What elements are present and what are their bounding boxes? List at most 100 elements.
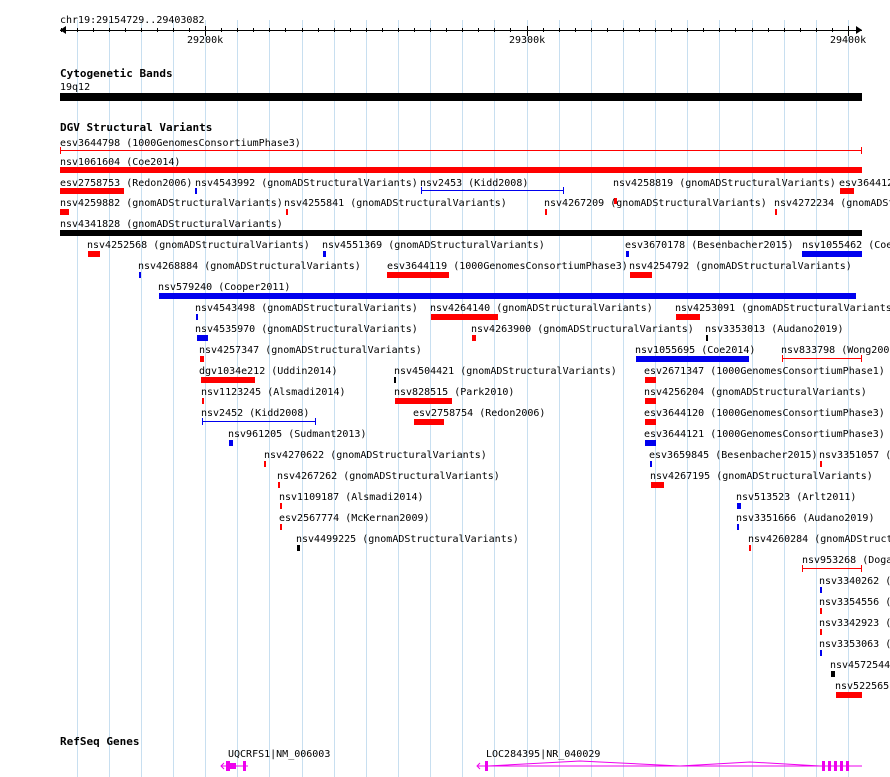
feature-bar[interactable] — [737, 503, 741, 509]
feature-label[interactable]: esv3644120 (1000GenomesConsortiumPhase3) — [644, 408, 885, 419]
feature-span-line[interactable] — [421, 190, 564, 191]
feature-label[interactable]: nsv2452 (Kidd2008) — [201, 408, 309, 419]
feature-label[interactable]: esv3644798 (1000GenomesConsortiumPhase3) — [60, 138, 301, 149]
feature-label[interactable]: esv2671347 (1000GenomesConsortiumPhase1) — [644, 366, 885, 377]
feature-label[interactable]: nsv4257347 (gnomADStructuralVariants) — [199, 345, 422, 356]
feature-bar[interactable] — [650, 461, 652, 467]
feature-bar[interactable] — [831, 671, 835, 677]
feature-bar[interactable] — [820, 608, 822, 614]
feature-label[interactable]: nsv3351666 (Audano2019) — [736, 513, 874, 524]
feature-bar[interactable] — [820, 461, 822, 467]
feature-label[interactable]: nsv833798 (Wong200 — [781, 345, 889, 356]
feature-label[interactable]: nsv1055695 (Coe2014) — [635, 345, 755, 356]
feature-label[interactable]: nsv4535970 (gnomADStructuralVariants) — [195, 324, 418, 335]
feature-bar[interactable] — [645, 440, 656, 446]
feature-bar[interactable] — [472, 335, 476, 341]
feature-label[interactable]: nsv4267195 (gnomADStructuralVariants) — [650, 471, 873, 482]
feature-bar[interactable] — [201, 377, 255, 383]
feature-label[interactable]: nsv953268 (Doga — [802, 555, 890, 566]
feature-label[interactable]: nsv1109187 (Alsmadi2014) — [279, 492, 424, 503]
feature-bar[interactable] — [195, 188, 197, 194]
feature-bar[interactable] — [676, 314, 700, 320]
feature-label[interactable]: dgv1034e212 (Uddin2014) — [199, 366, 337, 377]
feature-label[interactable]: nsv513523 (Arlt2011) — [736, 492, 856, 503]
feature-label[interactable]: nsv522565 — [835, 681, 889, 692]
feature-bar[interactable] — [297, 545, 300, 551]
feature-bar[interactable] — [545, 209, 547, 215]
feature-label[interactable]: nsv4263900 (gnomADStructuralVariants) — [471, 324, 694, 335]
feature-label[interactable]: nsv4572544 — [830, 660, 890, 671]
feature-label[interactable]: nsv4543498 (gnomADStructuralVariants) — [195, 303, 418, 314]
feature-label[interactable]: nsv4252568 (gnomADStructuralVariants) — [87, 240, 310, 251]
feature-label[interactable]: nsv1123245 (Alsmadi2014) — [201, 387, 346, 398]
feature-bar[interactable] — [431, 314, 498, 320]
feature-bar[interactable] — [197, 335, 208, 341]
feature-label[interactable]: nsv2453 (Kidd2008) — [420, 178, 528, 189]
feature-bar[interactable] — [264, 461, 266, 467]
feature-label[interactable]: nsv828515 (Park2010) — [394, 387, 514, 398]
feature-bar[interactable] — [737, 524, 739, 530]
feature-bar[interactable] — [159, 293, 856, 299]
feature-label[interactable]: nsv4543992 (gnomADStructuralVariants) — [195, 178, 418, 189]
gene-model-uqcrfs1[interactable] — [220, 761, 248, 771]
feature-bar[interactable] — [706, 335, 708, 341]
feature-label[interactable]: nsv3354556 ( — [819, 597, 890, 608]
feature-label[interactable]: nsv961205 (Sudmant2013) — [228, 429, 366, 440]
feature-bar[interactable] — [645, 398, 656, 404]
feature-bar[interactable] — [60, 188, 124, 194]
feature-label[interactable]: esv3670178 (Besenbacher2015) — [625, 240, 794, 251]
feature-label[interactable]: nsv3353063 ( — [819, 639, 890, 650]
feature-bar[interactable] — [749, 545, 751, 551]
feature-span-line[interactable] — [782, 358, 862, 359]
feature-bar[interactable] — [836, 692, 862, 698]
feature-bar[interactable] — [651, 482, 664, 488]
feature-bar[interactable] — [88, 251, 100, 257]
feature-label[interactable]: nsv3353013 (Audano2019) — [705, 324, 843, 335]
feature-bar[interactable] — [802, 251, 862, 257]
scroll-right-arrow[interactable] — [856, 26, 862, 34]
feature-label[interactable]: nsv4255841 (gnomADStructuralVariants) — [284, 198, 507, 209]
feature-bar[interactable] — [60, 209, 69, 215]
feature-label[interactable]: nsv4270622 (gnomADStructuralVariants) — [264, 450, 487, 461]
feature-bar[interactable] — [820, 650, 822, 656]
feature-label[interactable]: esv2567774 (McKernan2009) — [279, 513, 430, 524]
feature-bar[interactable] — [387, 272, 449, 278]
feature-bar[interactable] — [840, 188, 854, 194]
feature-label[interactable]: nsv4260284 (gnomADStruct — [748, 534, 890, 545]
feature-label[interactable]: nsv4268884 (gnomADStructuralVariants) — [138, 261, 361, 272]
feature-label[interactable]: nsv4254792 (gnomADStructuralVariants) — [629, 261, 852, 272]
feature-bar[interactable] — [280, 503, 282, 509]
feature-span-line[interactable] — [202, 421, 316, 422]
feature-bar[interactable] — [60, 230, 862, 236]
feature-bar[interactable] — [395, 398, 452, 404]
feature-label[interactable]: nsv1055462 (Coe — [802, 240, 890, 251]
feature-span-line[interactable] — [60, 150, 862, 151]
feature-bar[interactable] — [280, 524, 282, 530]
feature-label[interactable]: nsv4272234 (gnomADStruc — [774, 198, 890, 209]
feature-label[interactable]: nsv4264140 (gnomADStructuralVariants) — [430, 303, 653, 314]
gene-model-loc284395[interactable] — [476, 760, 862, 771]
cytoband-bar[interactable] — [60, 93, 862, 101]
feature-bar[interactable] — [286, 209, 288, 215]
feature-label[interactable]: nsv3340262 ( — [819, 576, 890, 587]
feature-bar[interactable] — [394, 377, 396, 383]
feature-label[interactable]: nsv4341828 (gnomADStructuralVariants) — [60, 219, 283, 230]
feature-label[interactable]: nsv4259882 (gnomADStructuralVariants) — [60, 198, 283, 209]
feature-label[interactable]: esv3644121 (1000GenomesConsortiumPhase3) — [644, 429, 885, 440]
feature-bar[interactable] — [196, 314, 198, 320]
feature-label[interactable]: nsv4504421 (gnomADStructuralVariants) — [394, 366, 617, 377]
feature-bar[interactable] — [323, 251, 326, 257]
feature-bar[interactable] — [775, 209, 777, 215]
feature-label[interactable]: nsv4267209 (gnomADStructuralVariants) — [544, 198, 767, 209]
feature-label[interactable]: nsv4256204 (gnomADStructuralVariants) — [644, 387, 867, 398]
feature-bar[interactable] — [278, 482, 280, 488]
feature-label[interactable]: nsv4267262 (gnomADStructuralVariants) — [277, 471, 500, 482]
feature-bar[interactable] — [414, 419, 444, 425]
feature-label[interactable]: nsv3351057 ( — [819, 450, 890, 461]
feature-label[interactable]: nsv579240 (Cooper2011) — [158, 282, 290, 293]
feature-label[interactable]: nsv4499225 (gnomADStructuralVariants) — [296, 534, 519, 545]
feature-label[interactable]: nsv4551369 (gnomADStructuralVariants) — [322, 240, 545, 251]
feature-bar[interactable] — [645, 419, 656, 425]
feature-span-line[interactable] — [802, 568, 862, 569]
feature-bar[interactable] — [626, 251, 629, 257]
